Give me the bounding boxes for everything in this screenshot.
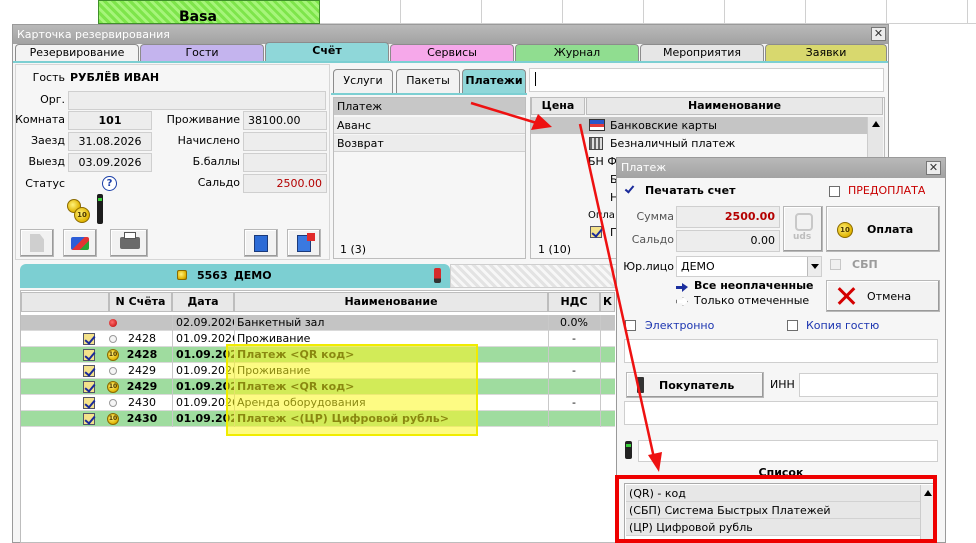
arrow-to-method-list (578, 123, 656, 459)
arrow-to-price-grid (470, 101, 541, 126)
annotation-arrows (470, 101, 662, 472)
arrow-head-method-list (648, 452, 662, 472)
